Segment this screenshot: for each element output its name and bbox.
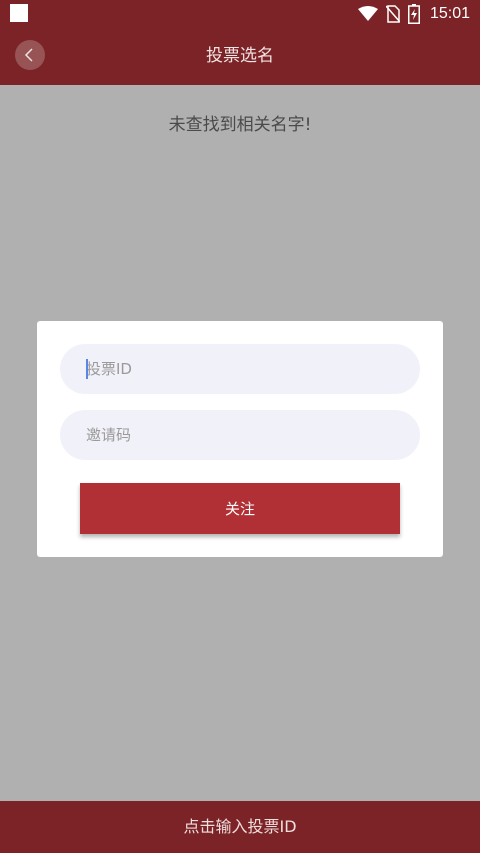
no-sim-icon [385, 4, 400, 23]
text-caret [86, 359, 88, 379]
status-icons: 15:01 [357, 0, 470, 27]
status-time: 15:01 [429, 4, 470, 22]
page-title: 投票选名 [206, 46, 274, 66]
invite-code-input[interactable] [60, 410, 420, 460]
wifi-icon [357, 5, 378, 21]
app-bar: 投票选名 [0, 27, 480, 85]
app-notification-icon [10, 4, 28, 22]
vote-id-input[interactable] [60, 344, 420, 394]
enter-vote-id-bar[interactable]: 点击输入投票ID [0, 801, 480, 853]
battery-charging-icon [407, 3, 420, 24]
follow-dialog: 关注 [37, 321, 443, 557]
empty-result-message: 未查找到相关名字! [168, 115, 312, 135]
follow-button[interactable]: 关注 [80, 483, 400, 534]
status-bar: 15:01 [0, 0, 480, 27]
